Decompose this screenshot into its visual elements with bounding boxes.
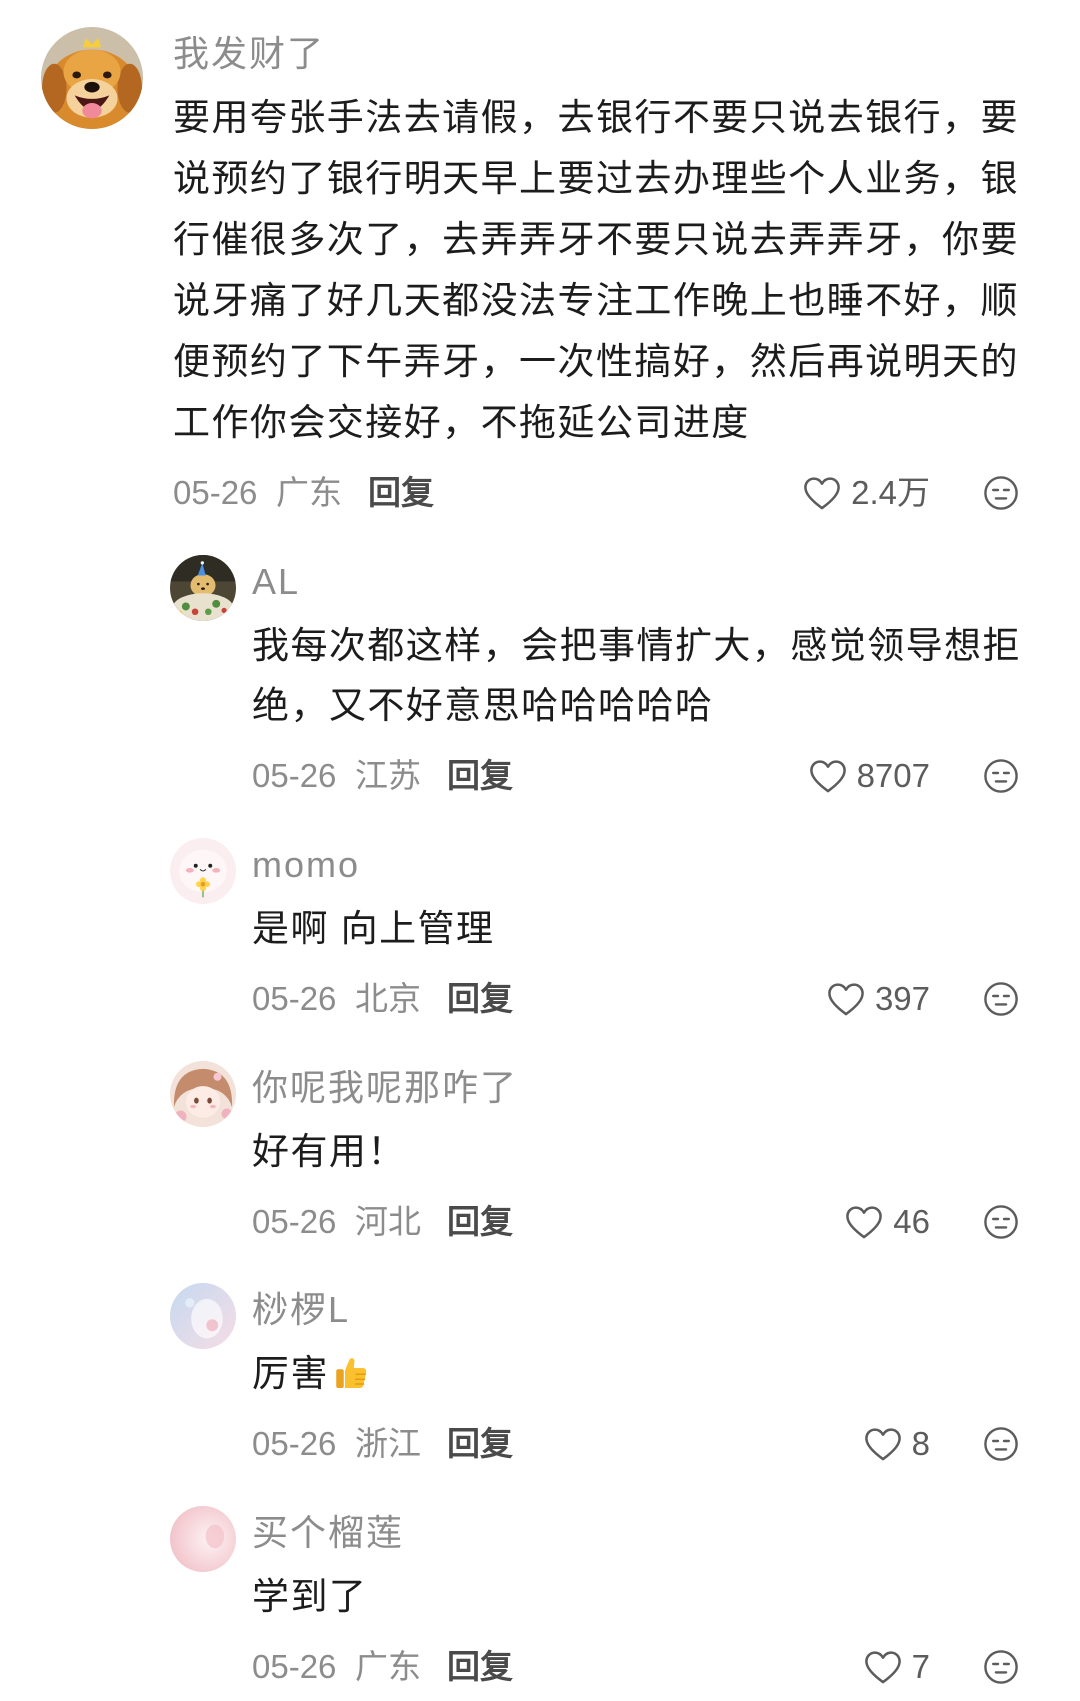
heart-icon[interactable] — [809, 759, 847, 794]
reply-location: 江苏 — [355, 757, 421, 794]
reply-location: 河北 — [355, 1203, 421, 1240]
reply-meta: 05-26 江苏 回复 8707 — [252, 754, 1080, 798]
comment-item: 我发财了 要用夸张手法去请假，去银行不要只说去银行，要说预约了银行明天早上要过去… — [0, 27, 1080, 515]
avatar-image — [170, 1283, 236, 1349]
reply-item: 买个榴莲 学到了 05-26 广东 回复 7 — [0, 1506, 1080, 1689]
reply-button[interactable]: 回复 — [447, 754, 513, 798]
reply-username[interactable]: 你呢我呢那咋了 — [252, 1066, 1080, 1110]
heart-icon-graphic — [864, 1650, 901, 1683]
reply-meta: 05-26 河北 回复 46 — [252, 1200, 1080, 1244]
reply-text-content: 厉害 — [252, 1353, 329, 1394]
reply-item: momo 是啊 向上管理 05-26 北京 回复 397 — [0, 838, 1080, 1021]
avatar-image — [170, 838, 236, 904]
reply-username[interactable]: AL — [252, 560, 1080, 604]
reply-date: 05-26 — [252, 1203, 337, 1240]
comment-location: 广东 — [276, 474, 342, 511]
comment-date: 05-26 — [173, 474, 258, 511]
heart-icon[interactable] — [864, 1427, 902, 1462]
reply-meta: 05-26 广东 回复 7 — [252, 1645, 1080, 1689]
avatar-image — [41, 27, 143, 129]
heart-icon-graphic — [828, 982, 864, 1015]
avatar-image — [170, 555, 236, 621]
reply-button[interactable]: 回复 — [447, 977, 513, 1021]
heart-icon[interactable] — [845, 1205, 883, 1240]
heart-icon[interactable] — [864, 1650, 902, 1685]
dislike-icon[interactable] — [983, 1649, 1019, 1685]
like-button[interactable]: 7 — [864, 1645, 930, 1689]
avatar[interactable] — [170, 838, 236, 904]
dislike-icon[interactable] — [983, 475, 1019, 511]
reply-button[interactable]: 回复 — [368, 471, 434, 515]
avatar[interactable] — [41, 27, 143, 129]
comment-username[interactable]: 我发财了 — [173, 32, 1080, 76]
avatar[interactable] — [170, 1061, 236, 1127]
dislike-icon[interactable] — [983, 981, 1019, 1017]
avatar-image — [170, 1061, 236, 1127]
dislike-icon[interactable] — [983, 758, 1019, 794]
reply-item: AL 我每次都这样，会把事情扩大，感觉领导想拒绝，又不好意思哈哈哈哈哈 05-2… — [0, 555, 1080, 798]
reply-text-content: 学到了 — [252, 1576, 368, 1617]
reply-date: 05-26 — [252, 980, 337, 1017]
dislike-icon-graphic — [984, 1427, 1018, 1461]
like-count: 397 — [874, 980, 930, 1017]
reply-username[interactable]: 买个榴莲 — [252, 1511, 1080, 1555]
like-button[interactable]: 2.4万 — [803, 471, 930, 515]
like-count: 7 — [911, 1648, 930, 1685]
heart-icon-graphic — [809, 759, 846, 792]
like-count: 8707 — [856, 757, 930, 794]
avatar[interactable] — [170, 555, 236, 621]
reply-username[interactable]: 桫椤L — [252, 1288, 1080, 1332]
reply-button[interactable]: 回复 — [447, 1422, 513, 1466]
reply-text: 好有用！ — [252, 1122, 1037, 1182]
reply-button[interactable]: 回复 — [447, 1645, 513, 1689]
avatar[interactable] — [170, 1506, 236, 1572]
reply-text-content: 我每次都这样，会把事情扩大，感觉领导想拒绝，又不好意思哈哈哈哈哈 — [252, 625, 1021, 726]
reply-location: 浙江 — [355, 1425, 421, 1462]
reply-location: 广东 — [355, 1648, 421, 1685]
heart-icon[interactable] — [827, 982, 865, 1017]
heart-icon-graphic — [804, 476, 840, 509]
reply-button[interactable]: 回复 — [447, 1200, 513, 1244]
like-count: 2.4万 — [851, 474, 930, 511]
reply-meta: 05-26 北京 回复 397 — [252, 977, 1080, 1021]
heart-icon-graphic — [864, 1427, 901, 1460]
like-button[interactable]: 397 — [827, 977, 930, 1021]
reply-location: 北京 — [355, 980, 421, 1017]
dislike-icon-graphic — [984, 476, 1018, 510]
dislike-icon-graphic — [984, 759, 1018, 793]
dislike-icon-graphic — [984, 1205, 1018, 1239]
reply-text-content: 是啊 向上管理 — [252, 908, 495, 949]
avatar[interactable] — [170, 1283, 236, 1349]
thumbs-up-icon-graphic — [336, 1358, 367, 1388]
like-count: 46 — [893, 1203, 930, 1240]
like-count: 8 — [911, 1425, 930, 1462]
reply-item: 你呢我呢那咋了 好有用！ 05-26 河北 回复 46 — [0, 1061, 1080, 1244]
reply-date: 05-26 — [252, 757, 337, 794]
reply-text-content: 好有用！ — [252, 1131, 406, 1172]
dislike-icon[interactable] — [983, 1426, 1019, 1462]
like-button[interactable]: 8 — [864, 1422, 930, 1466]
heart-icon-graphic — [846, 1205, 883, 1238]
comment-text: 要用夸张手法去请假，去银行不要只说去银行，要说预约了银行明天早上要过去办理些个人… — [173, 87, 1033, 453]
dislike-icon[interactable] — [983, 1204, 1019, 1240]
reply-date: 05-26 — [252, 1648, 337, 1685]
comment-text-content: 要用夸张手法去请假，去银行不要只说去银行，要说预约了银行明天早上要过去办理些个人… — [173, 97, 1019, 443]
reply-text: 厉害 — [252, 1344, 1037, 1404]
avatar-image — [170, 1506, 236, 1572]
heart-icon[interactable] — [803, 476, 841, 511]
reply-text: 是啊 向上管理 — [252, 899, 1037, 959]
reply-text: 我每次都这样，会把事情扩大，感觉领导想拒绝，又不好意思哈哈哈哈哈 — [252, 616, 1037, 736]
like-button[interactable]: 46 — [845, 1200, 930, 1244]
comment-meta: 05-26 广东 回复 2.4万 — [173, 471, 1080, 515]
dislike-icon-graphic — [984, 982, 1018, 1016]
reply-item: 桫椤L 厉害 05-26 浙江 回复 8 — [0, 1283, 1080, 1466]
reply-meta: 05-26 浙江 回复 8 — [252, 1422, 1080, 1466]
comment-thread: 我发财了 要用夸张手法去请假，去银行不要只说去银行，要说预约了银行明天早上要过去… — [0, 0, 1080, 1701]
dislike-icon-graphic — [984, 1650, 1018, 1684]
reply-username[interactable]: momo — [252, 843, 1080, 887]
thumbs-up-icon — [330, 1353, 370, 1393]
reply-text: 学到了 — [252, 1567, 1037, 1627]
reply-date: 05-26 — [252, 1425, 337, 1462]
like-button[interactable]: 8707 — [809, 754, 930, 798]
